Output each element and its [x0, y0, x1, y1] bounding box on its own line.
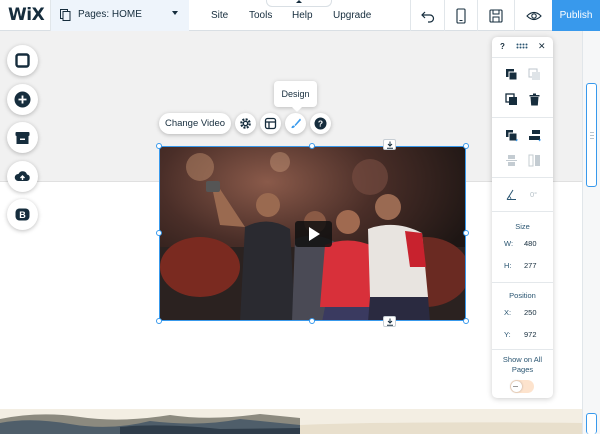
resize-handle-bottom-left[interactable] — [156, 318, 162, 324]
divider — [492, 282, 553, 283]
resize-handle-top[interactable] — [309, 143, 315, 149]
menu-upgrade[interactable]: Upgrade — [333, 10, 371, 21]
paintbrush-icon — [291, 118, 301, 129]
editor-top-bar: WiX Pages: HOME Site Tools Help Upgrade … — [0, 0, 600, 31]
resize-handle-bottom[interactable] — [309, 318, 315, 324]
gear-icon — [240, 118, 251, 129]
panel-close-button[interactable]: ✕ — [538, 41, 546, 52]
align-icon[interactable] — [528, 129, 541, 142]
distribute-icon — [506, 155, 517, 166]
pages-label: Pages: HOME — [78, 9, 142, 20]
help-button[interactable]: ? — [310, 113, 331, 134]
x-key: X: — [504, 308, 512, 317]
question-circle-icon: ? — [314, 117, 327, 130]
divider — [492, 211, 553, 212]
resize-handle-top-right[interactable] — [463, 143, 469, 149]
canvas-scrollbar[interactable] — [582, 31, 600, 434]
video-thumbnail-image — [160, 147, 465, 320]
x-value[interactable]: 250 — [524, 308, 537, 317]
scrollbar-footer-thumb[interactable] — [586, 413, 597, 434]
chevron-down-icon — [172, 11, 178, 15]
resize-handle-left[interactable] — [156, 230, 162, 236]
app-market-button[interactable] — [7, 122, 38, 153]
upload-media-button[interactable] — [7, 161, 38, 192]
divider — [492, 57, 553, 58]
undo-icon[interactable] — [420, 8, 436, 24]
grip-line — [590, 138, 594, 139]
blog-b-icon: B — [15, 208, 30, 221]
layout-icon — [264, 117, 277, 130]
menu-tools[interactable]: Tools — [249, 10, 272, 21]
match-size-icon — [528, 154, 540, 167]
rotation-value[interactable]: 0° — [530, 190, 537, 199]
delete-icon[interactable] — [528, 93, 541, 106]
show-on-all-pages-label: Show on All Pages — [502, 355, 543, 374]
chevron-up-icon — [296, 0, 302, 3]
layout-tools-panel: ? ✕ 0° Size W: 480 H: 277 Position X: 25… — [492, 37, 553, 398]
design-tooltip: Design — [274, 81, 317, 112]
divider — [410, 0, 411, 31]
svg-text:B: B — [19, 210, 26, 220]
scrollbar-thumb[interactable] — [586, 83, 597, 187]
copy-icon[interactable] — [505, 68, 518, 81]
arrange-icon[interactable] — [505, 129, 518, 142]
stretch-handle-bottom[interactable] — [383, 316, 396, 327]
pages-dropdown[interactable]: Pages: HOME — [51, 0, 189, 31]
stretch-handle-top[interactable] — [383, 139, 396, 150]
publish-button[interactable]: Publish — [552, 0, 600, 31]
mobile-view-icon[interactable] — [453, 8, 469, 24]
add-section-button[interactable] — [7, 45, 38, 76]
width-key: W: — [504, 239, 514, 248]
blog-button[interactable]: B — [7, 199, 38, 230]
cloud-upload-icon — [14, 171, 30, 181]
width-value[interactable]: 480 — [524, 239, 537, 248]
height-value[interactable]: 277 — [524, 261, 537, 270]
grip-line — [590, 132, 594, 133]
rotate-angle-icon[interactable] — [505, 188, 518, 201]
divider — [514, 0, 515, 31]
footer-landscape-image[interactable] — [0, 409, 582, 434]
plus-circle-icon — [14, 91, 31, 108]
settings-button[interactable] — [235, 113, 256, 134]
divider — [492, 349, 553, 350]
preview-eye-icon[interactable] — [526, 8, 542, 24]
divider — [444, 0, 445, 31]
change-video-button[interactable]: Change Video — [159, 113, 231, 134]
collapse-menu-tab[interactable] — [266, 0, 332, 7]
height-key: H: — [504, 261, 512, 270]
resize-handle-right[interactable] — [463, 230, 469, 236]
duplicate-icon[interactable] — [505, 93, 518, 106]
divider — [477, 0, 478, 31]
svg-text:?: ? — [318, 119, 323, 129]
paste-icon — [528, 68, 540, 80]
divider — [492, 117, 553, 118]
resize-handle-bottom-right[interactable] — [463, 318, 469, 324]
design-button[interactable] — [285, 113, 306, 134]
size-label: Size — [515, 222, 530, 231]
minus-icon — [513, 386, 518, 387]
wix-logo[interactable]: WiX — [8, 5, 45, 25]
panel-help-button[interactable]: ? — [500, 42, 505, 51]
y-key: Y: — [504, 330, 511, 339]
resize-handle-top-left[interactable] — [156, 143, 162, 149]
show-on-all-pages-toggle[interactable] — [510, 380, 534, 393]
download-arrow-icon — [387, 141, 393, 149]
pages-icon — [60, 9, 71, 21]
panel-header: ? ✕ — [492, 37, 553, 57]
download-arrow-icon — [387, 318, 393, 326]
divider — [492, 177, 553, 178]
menu-help[interactable]: Help — [292, 10, 313, 21]
save-icon[interactable] — [488, 8, 504, 24]
add-element-button[interactable] — [7, 84, 38, 115]
layout-button[interactable] — [260, 113, 281, 134]
menu-site[interactable]: Site — [211, 10, 228, 21]
position-label: Position — [509, 291, 536, 300]
store-icon — [15, 132, 30, 144]
y-value[interactable]: 972 — [524, 330, 537, 339]
drag-handle-icon[interactable] — [516, 43, 528, 49]
video-player[interactable] — [159, 146, 466, 321]
grip-line — [590, 135, 594, 136]
square-icon — [15, 53, 30, 68]
